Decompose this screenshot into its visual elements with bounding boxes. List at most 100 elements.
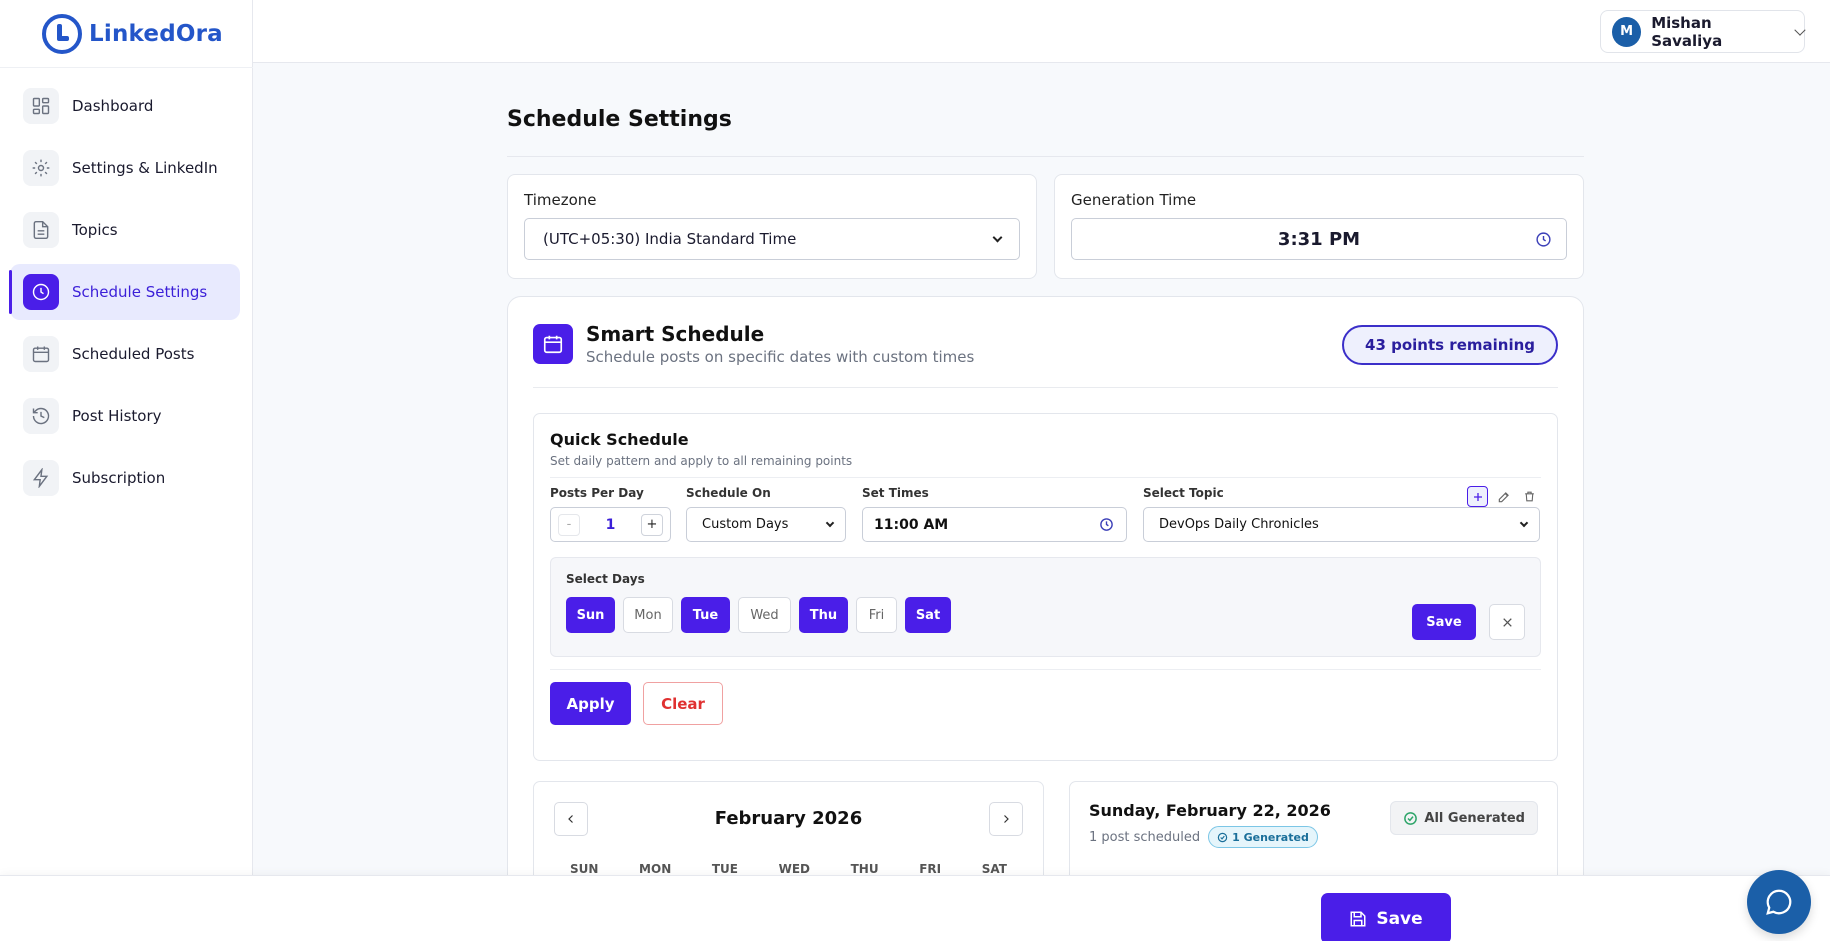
schedule-on-select[interactable]: Custom Days [686, 507, 846, 542]
select-days-panel: Select Days Sun Mon Tue Wed Thu Fri Sat … [550, 557, 1541, 657]
quick-schedule-fields: Posts Per Day - 1 + Schedule On Custom D… [550, 486, 1541, 546]
posts-per-day-stepper[interactable]: - 1 + [550, 507, 671, 542]
chevron-right-icon [1004, 815, 1009, 823]
sidebar-item-label: Topics [72, 221, 118, 239]
brand-name: LinkedOra [89, 20, 223, 47]
weekday-label: SAT [981, 862, 1007, 876]
timezone-select[interactable]: (UTC+05:30) India Standard Time [524, 218, 1020, 260]
edit-icon [1498, 491, 1509, 502]
clock-icon[interactable] [1535, 231, 1552, 248]
divider [550, 477, 1541, 478]
increment-button[interactable]: + [641, 513, 663, 536]
sidebar-item-label: Schedule Settings [72, 283, 208, 301]
calendar-icon [533, 324, 573, 364]
check-circle-icon [1217, 832, 1228, 842]
day-toggle-mon[interactable]: Mon [623, 597, 673, 633]
generation-time-card: Generation Time 3:31 PM [1054, 174, 1584, 279]
select-topic-value: DevOps Daily Chronicles [1159, 517, 1319, 532]
sidebar-item-dashboard[interactable]: Dashboard [10, 78, 240, 134]
schedule-on-label: Schedule On [686, 486, 771, 500]
chat-icon [1766, 889, 1792, 915]
save-days-button[interactable]: Save [1412, 604, 1476, 640]
logo-icon [42, 13, 82, 54]
day-toggle-fri[interactable]: Fri [856, 597, 897, 633]
day-toggle-thu[interactable]: Thu [799, 597, 848, 633]
posts-per-day-label: Posts Per Day [550, 486, 644, 500]
timezone-card: Timezone (UTC+05:30) India Standard Time [507, 174, 1037, 279]
day-toggle-sat[interactable]: Sat [905, 597, 951, 633]
save-button[interactable]: Save [1321, 893, 1451, 941]
day-toggle-wed[interactable]: Wed [738, 597, 791, 633]
chevron-down-icon [992, 232, 1003, 242]
delete-topic-button[interactable] [1519, 486, 1540, 507]
user-menu[interactable]: M Mishan Savaliya [1600, 10, 1806, 53]
select-days-label: Select Days [566, 572, 645, 586]
day-toggle-tue[interactable]: Tue [681, 597, 730, 633]
calendar-month-title: February 2026 [714, 808, 863, 829]
generation-time-input[interactable]: 3:31 PM [1071, 218, 1567, 260]
top-settings-row: Timezone (UTC+05:30) India Standard Time… [507, 174, 1584, 279]
next-month-button[interactable] [988, 802, 1023, 836]
timezone-label: Timezone [524, 191, 597, 209]
select-topic-select[interactable]: DevOps Daily Chronicles [1143, 507, 1540, 542]
top-header: M Mishan Savaliya [253, 0, 1830, 63]
sidebar-item-settings[interactable]: Settings & LinkedIn [10, 140, 240, 196]
decrement-button[interactable]: - [558, 513, 580, 536]
close-days-button[interactable] [1489, 604, 1525, 640]
main-content: Schedule Settings Timezone (UTC+05:30) I… [507, 63, 1584, 916]
weekday-label: FRI [919, 862, 942, 876]
save-icon [1350, 911, 1366, 926]
weekday-label: TUE [711, 862, 738, 876]
divider [507, 156, 1584, 157]
chevron-down-icon [1519, 518, 1529, 528]
sidebar-item-topics[interactable]: Topics [10, 202, 240, 258]
divider [550, 669, 1541, 670]
generation-time-label: Generation Time [1071, 191, 1197, 209]
logo[interactable]: LinkedOra [0, 0, 253, 68]
set-times-input[interactable]: 11:00 AM [862, 507, 1127, 542]
smart-schedule-subtitle: Schedule posts on specific dates with cu… [586, 348, 975, 366]
day-toggle-sun[interactable]: Sun [566, 597, 615, 633]
sidebar-item-post-history[interactable]: Post History [10, 388, 240, 444]
edit-topic-button[interactable] [1493, 486, 1514, 507]
points-remaining-badge: 43 points remaining [1342, 325, 1558, 365]
clock-icon[interactable] [1099, 517, 1114, 532]
page-title: Schedule Settings [507, 107, 732, 132]
smart-schedule-title: Smart Schedule [586, 322, 765, 346]
sidebar-item-label: Settings & LinkedIn [72, 159, 218, 177]
sidebar-item-subscription[interactable]: Subscription [10, 450, 240, 506]
sidebar-item-label: Scheduled Posts [72, 345, 195, 363]
chevron-down-icon [825, 518, 835, 528]
avatar: M [1612, 16, 1642, 47]
check-circle-icon [1404, 811, 1418, 825]
chevron-down-icon [1794, 23, 1806, 36]
sidebar-item-label: Post History [72, 407, 162, 425]
all-generated-status: All Generated [1390, 801, 1538, 835]
sidebar-item-schedule-settings[interactable]: Schedule Settings [9, 264, 240, 320]
add-topic-button[interactable] [1467, 486, 1488, 507]
trash-icon [1525, 491, 1534, 502]
sidebar-nav: Dashboard Settings & LinkedIn Topics Sch… [0, 68, 252, 506]
generation-time-value: 3:31 PM [1277, 228, 1361, 250]
sidebar-item-label: Subscription [72, 469, 166, 487]
weekday-label: THU [850, 862, 879, 876]
sidebar-item-label: Dashboard [72, 97, 154, 115]
day-picker: Sun Mon Tue Wed Thu Fri Sat [566, 597, 1525, 633]
chat-button[interactable] [1747, 870, 1811, 934]
save-button-label: Save [1376, 908, 1423, 929]
sidebar-item-scheduled-posts[interactable]: Scheduled Posts [10, 326, 240, 382]
clear-button[interactable]: Clear [643, 682, 723, 725]
posts-per-day-value[interactable]: 1 [606, 517, 616, 533]
divider [533, 387, 1558, 388]
set-times-label: Set Times [862, 486, 929, 500]
lightning-icon [23, 460, 59, 496]
topic-tools [1467, 486, 1540, 507]
close-icon [1502, 617, 1512, 627]
weekday-label: SUN [570, 862, 599, 876]
apply-button[interactable]: Apply [550, 682, 631, 725]
previous-month-button[interactable] [554, 802, 588, 836]
set-times-value: 11:00 AM [874, 516, 949, 533]
sidebar: LinkedOra Dashboard Settings & LinkedIn … [0, 0, 253, 941]
set-times-field: Set Times 11:00 AM [862, 486, 1127, 542]
plus-icon [1473, 492, 1482, 501]
